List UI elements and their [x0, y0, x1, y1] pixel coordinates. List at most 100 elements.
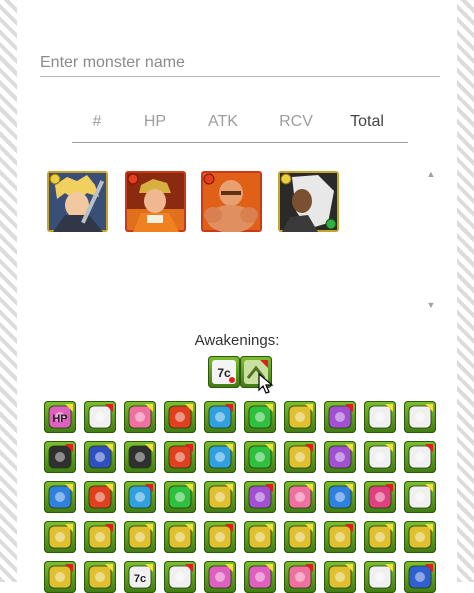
skill-boost-plus-icon	[408, 484, 433, 509]
awakening-button[interactable]: HP	[44, 401, 76, 433]
tab-number[interactable]: #	[72, 106, 122, 142]
super-follow-up-icon	[408, 564, 433, 589]
water-row-awakening-icon	[208, 444, 233, 469]
jammer-resist-icon	[88, 444, 113, 469]
awakening-button[interactable]	[244, 401, 276, 433]
dark-row-awakening-icon	[328, 444, 353, 469]
water-attack-plus-icon	[128, 484, 153, 509]
awakening-button[interactable]	[44, 561, 76, 593]
tab-hp[interactable]: HP	[122, 106, 188, 142]
awakening-button[interactable]	[284, 441, 316, 473]
guard-break-awakening-icon	[168, 564, 193, 589]
team-rcv-plus-icon	[288, 564, 313, 589]
awakening-button[interactable]	[324, 561, 356, 593]
awakening-button[interactable]	[364, 521, 396, 553]
light-attack-plus-icon	[208, 484, 233, 509]
tpa-awakening-icon	[328, 484, 353, 509]
fire-attack-plus-icon	[88, 484, 113, 509]
awakening-button[interactable]	[164, 561, 196, 593]
team-hp-plus-icon	[248, 564, 273, 589]
awakening-button[interactable]	[84, 481, 116, 513]
awakening-button[interactable]	[404, 521, 436, 553]
sort-tabs: # HP ATK RCV Total	[72, 106, 408, 143]
awakening-button[interactable]	[44, 441, 76, 473]
awakening-button[interactable]	[204, 481, 236, 513]
awakening-button[interactable]	[204, 441, 236, 473]
awakening-button[interactable]	[404, 441, 436, 473]
awakening-button[interactable]	[164, 441, 196, 473]
scroll-down-arrow[interactable]: ▼	[426, 300, 436, 310]
balanced-killer-icon	[208, 524, 233, 549]
reduce-damage-awakening-icon	[368, 484, 393, 509]
awakening-button[interactable]	[244, 521, 276, 553]
physical-killer-icon	[288, 524, 313, 549]
awakening-button[interactable]	[284, 561, 316, 593]
right-border-stripe	[457, 0, 474, 582]
awakening-button[interactable]	[124, 401, 156, 433]
awakening-button[interactable]	[244, 441, 276, 473]
awakening-button[interactable]	[364, 401, 396, 433]
awakening-button[interactable]	[164, 521, 196, 553]
tab-total[interactable]: Total	[334, 106, 400, 142]
awakening-button[interactable]	[124, 481, 156, 513]
monster-name-input[interactable]	[40, 50, 440, 77]
seven-combo-awakening-icon: 7c	[217, 366, 231, 380]
monster-portrait-2[interactable]	[125, 171, 186, 232]
tab-atk[interactable]: ATK	[188, 106, 258, 142]
dragon-killer-icon	[48, 524, 73, 549]
awakening-button[interactable]	[204, 401, 236, 433]
extend-time-awakening-icon	[48, 484, 73, 509]
wood-row-awakening-icon	[248, 444, 273, 469]
monster-portrait-4[interactable]	[278, 171, 339, 232]
awakening-button[interactable]	[124, 521, 156, 553]
damage-void-piercer-icon	[328, 564, 353, 589]
awakening-button[interactable]	[364, 441, 396, 473]
awakening-button[interactable]	[324, 401, 356, 433]
awakening-button[interactable]	[324, 481, 356, 513]
awakening-button[interactable]	[164, 481, 196, 513]
awakening-button[interactable]	[284, 521, 316, 553]
monster-portrait-1[interactable]	[47, 171, 108, 232]
awakening-button[interactable]	[84, 521, 116, 553]
blind-resist-icon	[48, 444, 73, 469]
selected-binding-resist-awakening[interactable]	[240, 356, 272, 388]
awakening-button[interactable]	[204, 561, 236, 593]
awakening-button[interactable]	[404, 481, 436, 513]
awakenings-label: Awakenings:	[194, 332, 280, 349]
awakening-button[interactable]	[84, 441, 116, 473]
monster-portrait-3[interactable]	[201, 171, 262, 232]
tab-rcv[interactable]: RCV	[258, 106, 334, 142]
awakening-button[interactable]	[404, 401, 436, 433]
awakening-button[interactable]	[364, 561, 396, 593]
awakening-button[interactable]	[124, 441, 156, 473]
awakening-button[interactable]	[404, 561, 436, 593]
awakening-button[interactable]	[324, 441, 356, 473]
scroll-up-arrow[interactable]: ▲	[426, 169, 436, 179]
auto-recover-awakening-icon	[368, 444, 393, 469]
awakening-button[interactable]	[244, 561, 276, 593]
awakening-button[interactable]	[164, 401, 196, 433]
awakening-button[interactable]	[204, 521, 236, 553]
poison-resist-icon	[128, 444, 153, 469]
selected-seven-combo-awakening[interactable]: 7c	[208, 356, 240, 388]
awakening-button[interactable]	[244, 481, 276, 513]
awakening-icon-text: 7c	[134, 573, 146, 585]
awakening-button[interactable]	[324, 521, 356, 553]
sensor-awakening-icon	[368, 524, 393, 549]
binding-resist-plus-awakening-icon	[244, 360, 268, 384]
attack-plus-awakening-icon	[88, 404, 113, 429]
awakening-button[interactable]	[84, 561, 116, 593]
hp-plus-awakening-icon: HP	[48, 404, 73, 429]
machine-killer-icon	[168, 524, 193, 549]
awakening-button[interactable]	[284, 481, 316, 513]
awakening-button[interactable]	[44, 521, 76, 553]
recover-plus-icon	[288, 484, 313, 509]
awakening-button[interactable]: 7c	[124, 561, 156, 593]
awakening-button[interactable]	[364, 481, 396, 513]
two-prong-attack-icon	[368, 404, 393, 429]
awakening-button[interactable]	[84, 401, 116, 433]
awakening-button[interactable]	[284, 401, 316, 433]
awakening-icon-text: HP	[52, 413, 67, 425]
awakening-button[interactable]	[44, 481, 76, 513]
bind-recovery-awakening-icon	[408, 444, 433, 469]
